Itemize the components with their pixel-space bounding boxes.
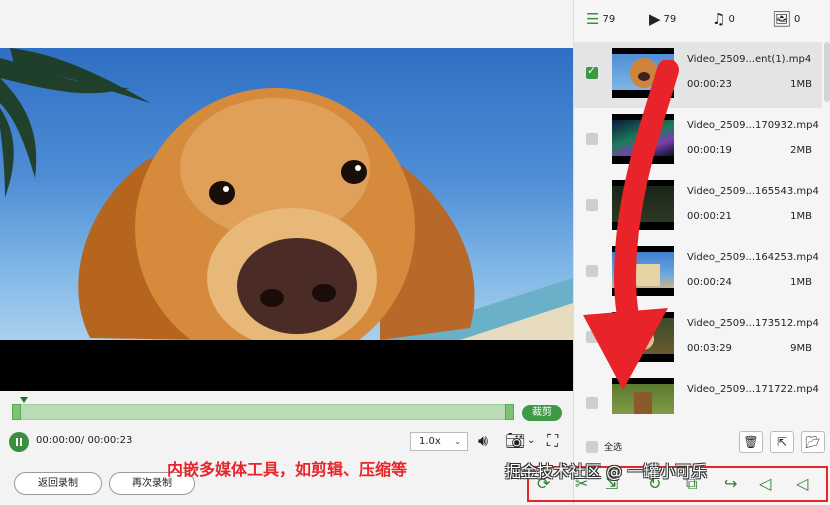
back-to-record-button[interactable]: 返回录制 bbox=[14, 472, 102, 495]
image-count: 0 bbox=[794, 14, 801, 25]
select-all-label: 全选 bbox=[604, 443, 623, 453]
annotation-caption: 内嵌多媒体工具，如剪辑、压缩等 bbox=[167, 460, 408, 479]
media-filter-tabs: ☰ 79 ▶ 79 ♫ 0 🖼︎ 0 bbox=[574, 0, 830, 36]
video-frame-image bbox=[0, 48, 573, 340]
app-window: 裁剪 00:00:00/ 00:00:23 1.0x ⌄ 🔊︎ 📷︎ ⌄ ⛶ 返… bbox=[0, 0, 830, 505]
volume-icon[interactable]: 🔊︎ bbox=[478, 431, 488, 451]
video-count: 79 bbox=[663, 14, 677, 25]
tab-audio[interactable]: ♫ 0 bbox=[712, 10, 735, 28]
chevron-down-icon[interactable]: ⌄ bbox=[527, 431, 535, 451]
tab-image[interactable]: 🖼︎ 0 bbox=[772, 10, 800, 28]
video-letterbox bbox=[0, 340, 573, 391]
fullscreen-icon[interactable]: ⛶ bbox=[547, 431, 558, 451]
video-player: 裁剪 00:00:00/ 00:00:23 1.0x ⌄ 🔊︎ 📷︎ ⌄ ⛶ 返… bbox=[0, 0, 573, 505]
trim-button[interactable]: 裁剪 bbox=[522, 405, 562, 421]
playback-controls: 00:00:00/ 00:00:23 1.0x ⌄ 🔊︎ 📷︎ ⌄ ⛶ bbox=[0, 428, 573, 456]
tab-all[interactable]: ☰ 79 bbox=[586, 10, 615, 28]
speed-select[interactable]: 1.0x ⌄ bbox=[410, 432, 468, 451]
trim-start-handle[interactable] bbox=[12, 404, 21, 420]
video-preview[interactable] bbox=[0, 48, 573, 391]
tab-video[interactable]: ▶ 79 bbox=[649, 10, 676, 28]
all-count: 79 bbox=[602, 14, 616, 25]
video-icon: ▶ bbox=[649, 10, 661, 28]
export-folder-icon[interactable]: ⇱ bbox=[770, 431, 794, 453]
image-icon: 🖼︎ bbox=[772, 10, 792, 28]
audio-count: 0 bbox=[728, 14, 735, 25]
file-size: 9MB bbox=[790, 343, 812, 354]
video-top-bar bbox=[0, 0, 573, 48]
share-icon[interactable]: ↪ bbox=[724, 474, 737, 493]
trim-end-handle[interactable] bbox=[505, 404, 514, 420]
chevron-down-icon: ⌄ bbox=[454, 437, 461, 446]
delete-icon[interactable]: 🗑︎ bbox=[739, 431, 763, 453]
file-size: 1MB bbox=[790, 79, 812, 90]
speed-value: 1.0x bbox=[419, 436, 441, 447]
mute-icon[interactable]: ◁ bbox=[796, 474, 808, 493]
select-all-checkbox[interactable] bbox=[586, 440, 598, 453]
select-all[interactable]: 全选 bbox=[586, 436, 622, 455]
annotation-arrow bbox=[583, 60, 679, 390]
file-size: 2MB bbox=[790, 145, 812, 156]
list-icon: ☰ bbox=[586, 10, 600, 28]
playhead-marker[interactable] bbox=[20, 397, 28, 403]
list-scrollbar[interactable] bbox=[824, 42, 830, 102]
file-size: 1MB bbox=[790, 277, 812, 288]
file-size: 1MB bbox=[790, 211, 812, 222]
music-icon: ♫ bbox=[712, 10, 726, 28]
watermark-text: 掘金技术社区 @ 一罐小可乐 bbox=[505, 462, 708, 481]
time-display: 00:00:00/ 00:00:23 bbox=[36, 435, 133, 446]
camera-icon[interactable]: 📷︎ bbox=[505, 431, 525, 451]
pause-button[interactable] bbox=[9, 432, 29, 452]
open-folder-icon[interactable]: 📂︎ bbox=[801, 431, 825, 453]
trim-timeline[interactable] bbox=[12, 404, 514, 420]
audio-extract-icon[interactable]: ◁ bbox=[759, 474, 771, 493]
